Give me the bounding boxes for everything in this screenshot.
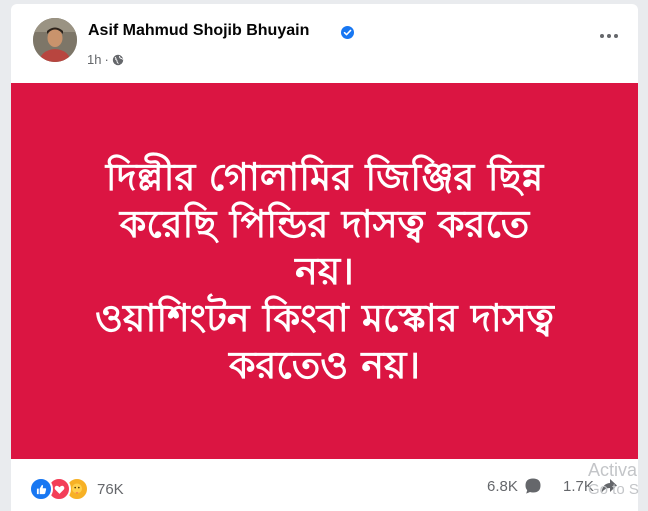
reactions-summary[interactable]: 76K: [29, 477, 124, 501]
more-dot: [607, 34, 611, 38]
meta-separator: ·: [104, 52, 109, 67]
public-globe-icon[interactable]: [112, 54, 124, 66]
shares-stat[interactable]: 1.7K: [563, 477, 618, 495]
more-dot: [614, 34, 618, 38]
post-text-line: নয়।: [295, 248, 354, 293]
post-text-line: দিল্লীর গোলামির জিঞ্জির ছিন্ন: [105, 154, 544, 199]
author-name[interactable]: Asif Mahmud Shojib Bhuyain: [88, 22, 309, 40]
shares-count: 1.7K: [563, 477, 594, 495]
post-text-line: ওয়াশিংটন কিংবা মস্কোর দাসত্ব: [95, 295, 554, 340]
post-banner[interactable]: দিল্লীর গোলামির জিঞ্জির ছিন্ন করেছি পিন্…: [11, 83, 638, 459]
post-text-line: করেছি পিন্ডির দাসত্ব করতে: [119, 201, 530, 246]
more-options-icon[interactable]: [600, 34, 618, 38]
share-icon: [601, 479, 617, 493]
post-time[interactable]: 1h: [87, 52, 101, 67]
post-footer: 76K 6.8K 1.7K: [11, 459, 638, 511]
more-dot: [600, 34, 604, 38]
comment-icon: [525, 478, 541, 494]
post-meta: 1h ·: [87, 52, 124, 67]
comments-count: 6.8K: [487, 477, 518, 495]
like-icon: [29, 477, 53, 501]
comments-stat[interactable]: 6.8K: [487, 477, 542, 495]
verified-badge-icon: [341, 26, 354, 39]
avatar[interactable]: [33, 18, 77, 62]
reactions-count[interactable]: 76K: [97, 481, 124, 498]
post-text-line: করতেও নয়।: [228, 342, 421, 387]
post-card: Asif Mahmud Shojib Bhuyain 1h · দিল্লীর …: [11, 4, 638, 511]
